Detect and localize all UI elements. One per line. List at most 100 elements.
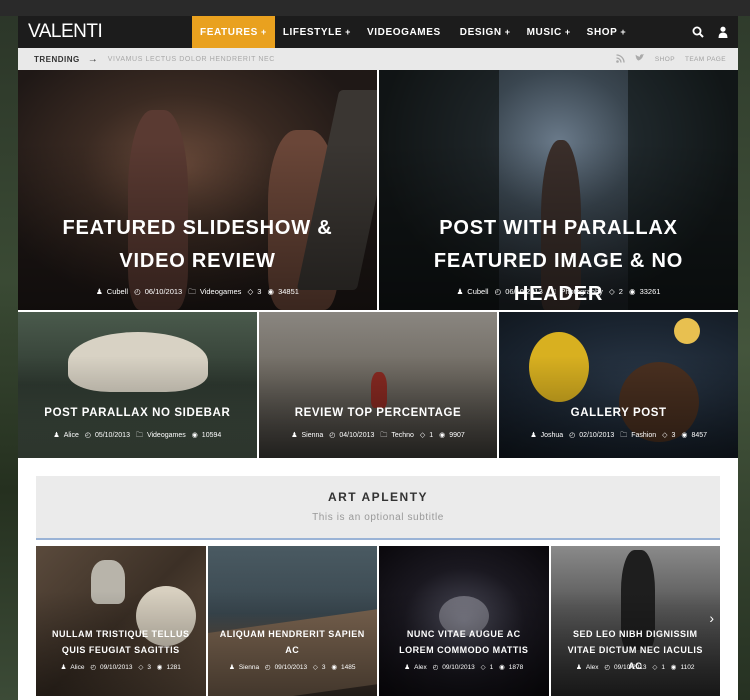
post-comments: 3 (321, 664, 326, 671)
post-date: 05/10/2013 (94, 432, 130, 439)
nav-item-videogames[interactable]: VIDEOGAMES (359, 16, 452, 48)
nav-item-music[interactable]: MUSIC + (519, 16, 579, 48)
comment-icon: ◇ (608, 287, 615, 296)
post-meta: ♟ Joshua ◴ 02/10/2013 🗀 Fashion ◇ 3 ◉ 8457 (499, 431, 738, 442)
section-header: ART APLENTY This is an optional subtitle (36, 476, 720, 540)
section-title: ART APLENTY (327, 490, 429, 504)
top-strip (0, 0, 750, 16)
user-icon: ♟ (53, 432, 60, 439)
user-icon: ♟ (404, 664, 411, 671)
post-title[interactable]: REVIEW TOP PERCENTAGE (269, 407, 488, 419)
shop-link[interactable]: SHOP (655, 56, 675, 63)
post-comments: 3 (257, 287, 262, 296)
post-category[interactable]: Videogames (200, 287, 242, 296)
post-card[interactable]: POST PARALLAX NO SIDEBAR ♟ Alice ◴ 05/10/2… (18, 312, 257, 458)
eye-icon: ◉ (331, 664, 338, 671)
post-title[interactable]: FEATURED SLIDESHOW & VIDEO REVIEW (48, 212, 347, 278)
post-card[interactable]: NULLAM TRISTIQUE TELLUS QUIS FEUGIAT SAG… (36, 546, 206, 696)
post-date: 09/10/2013 (274, 664, 308, 671)
post-comments: 1 (661, 664, 665, 671)
site-logo[interactable]: VALENTI (18, 21, 192, 43)
post-author[interactable]: Cubell (107, 287, 128, 296)
post-date: 09/10/2013 (614, 664, 647, 671)
chevron-right-icon[interactable]: › (709, 610, 714, 626)
hero-post-card[interactable]: POST WITH PARALLAX FEATURED IMAGE & NO H… (379, 70, 738, 310)
comment-icon: ◇ (247, 287, 254, 296)
nav-item-features[interactable]: FEATURES + (192, 16, 275, 48)
post-views: 10594 (201, 432, 222, 439)
post-author[interactable]: Cubell (467, 287, 488, 296)
post-title[interactable]: NULLAM TRISTIQUE TELLUS QUIS FEUGIAT SAG… (46, 626, 196, 658)
comment-icon: ◇ (480, 664, 486, 671)
post-views: 33261 (639, 287, 661, 296)
post-card[interactable]: REVIEW TOP PERCENTAGE ♟ Sienna ◴ 04/10/201… (258, 312, 498, 458)
post-author[interactable]: Alice (70, 664, 84, 671)
post-category[interactable]: Techno (391, 432, 414, 439)
search-icon[interactable] (692, 26, 704, 38)
section-posts-row: NULLAM TRISTIQUE TELLUS QUIS FEUGIAT SAG… (36, 546, 720, 696)
trending-right-links: SHOP TEAM PAGE (616, 48, 726, 70)
eye-icon: ◉ (267, 287, 275, 296)
post-meta: ♟ Cubell ◴ 06/10/2013 🗀 Photography ◇ 2 ◉ 332… (379, 286, 738, 299)
clock-icon: ◴ (604, 664, 610, 671)
post-date: 09/10/2013 (442, 664, 475, 671)
post-title[interactable]: ALIQUAM HENDRERIT SAPIEN AC (218, 626, 368, 658)
eye-icon: ◉ (156, 664, 163, 671)
post-meta: ♟ Alice ◴ 05/10/2013 🗀 Videogames ◉ 10594 (18, 431, 257, 442)
post-author[interactable]: Sienna (301, 432, 323, 439)
nav-item-shop[interactable]: SHOP + (579, 16, 635, 48)
nav-item-design[interactable]: DESIGN + (452, 16, 519, 48)
folder-icon: 🗀 (188, 287, 196, 296)
post-author[interactable]: Alice (64, 432, 79, 439)
folder-icon: 🗀 (548, 287, 557, 296)
user-icon[interactable] (718, 26, 728, 38)
post-category[interactable]: Photography (560, 287, 603, 296)
post-title[interactable]: NUNC VITAE AUGUE AC LOREM COMMODO MATTIS (389, 626, 539, 658)
post-views: 8457 (691, 432, 708, 439)
post-card[interactable]: NUNC VITAE AUGUE AC LOREM COMMODO MATTIS… (379, 546, 549, 696)
post-author[interactable]: Joshua (541, 432, 564, 439)
page-background-right (738, 0, 750, 700)
post-category[interactable]: Fashion (631, 432, 656, 439)
team-page-link[interactable]: TEAM PAGE (685, 56, 726, 63)
nav-item-label: MUSIC (526, 26, 562, 38)
user-icon: ♟ (291, 432, 298, 439)
post-meta: ♟ Alice ◴ 09/10/2013 ◇ 3 ◉ 1281 (36, 663, 206, 671)
post-author[interactable]: Alex (586, 664, 599, 671)
post-category[interactable]: Videogames (147, 432, 186, 439)
post-card[interactable]: GALLERY POST ♟ Joshua ◴ 02/10/2013 🗀 Fashio… (499, 312, 739, 458)
post-comments: 1 (429, 432, 434, 439)
nav-plus-icon: + (345, 27, 351, 37)
nav-item-label: DESIGN (459, 26, 502, 38)
clock-icon: ◴ (134, 287, 141, 296)
post-card[interactable]: ALIQUAM HENDRERIT SAPIEN AC ♟ Sienna ◴ 09/… (207, 546, 377, 696)
trending-label: TRENDING (34, 54, 80, 64)
user-icon: ♟ (530, 432, 537, 439)
arrow-right-icon: → (87, 53, 98, 65)
post-meta: ♟ Sienna ◴ 04/10/2013 🗀 Techno ◇ 1 ◉ 9907 (259, 431, 498, 442)
section-subtitle: This is an optional subtitle (312, 512, 444, 523)
post-card[interactable]: SED LEO NIBH DIGNISSIM VITAE DICTUM NEC … (550, 546, 720, 696)
rss-icon[interactable] (616, 53, 625, 65)
post-views: 1102 (680, 664, 695, 671)
post-title[interactable]: POST PARALLAX NO SIDEBAR (28, 407, 247, 419)
hero-post-card[interactable]: FEATURED SLIDESHOW & VIDEO REVIEW ♟ Cubel… (18, 70, 377, 310)
nav-plus-icon: + (260, 27, 267, 37)
eye-icon: ◉ (191, 432, 198, 439)
post-author[interactable]: Alex (414, 664, 427, 671)
user-icon: ♟ (96, 287, 103, 296)
post-views: 34851 (278, 287, 299, 296)
folder-icon: 🗀 (380, 432, 388, 439)
post-title[interactable]: GALLERY POST (509, 407, 728, 419)
folder-icon: 🗀 (620, 432, 628, 439)
trending-headline[interactable]: VIVAMUS LECTUS DOLOR HENDRERIT NEC (108, 56, 275, 63)
comment-icon: ◇ (662, 432, 668, 439)
eye-icon: ◉ (670, 664, 677, 671)
post-author[interactable]: Sienna (239, 664, 259, 671)
user-icon: ♟ (576, 664, 582, 671)
eye-icon: ◉ (629, 287, 636, 296)
nav-item-lifestyle[interactable]: LIFESTYLE + (275, 16, 359, 48)
twitter-icon[interactable] (634, 54, 645, 64)
post-comments: 1 (489, 664, 494, 671)
clock-icon: ◴ (494, 287, 502, 296)
